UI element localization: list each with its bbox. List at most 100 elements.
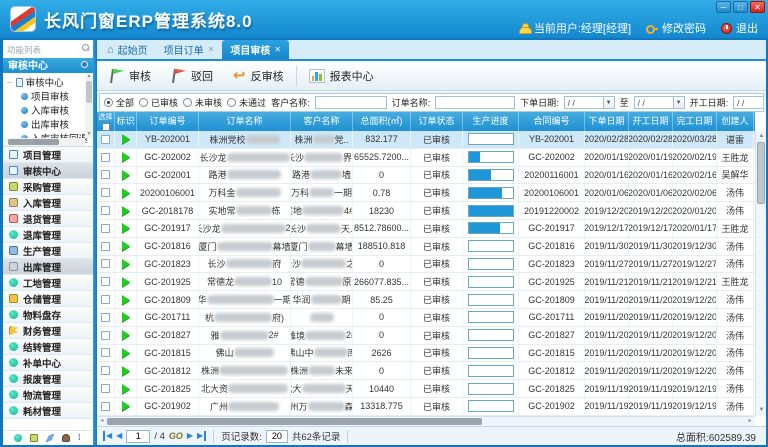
tree-vertical-scrollbar[interactable]: ▲▼ [85, 73, 93, 138]
customer-name-input[interactable] [315, 96, 387, 109]
tree-item[interactable]: 项目审核 [7, 89, 83, 103]
select-cell[interactable] [97, 220, 115, 237]
column-header-0[interactable]: 选择 [97, 112, 115, 131]
sidebar-item-carryover-mgmt[interactable]: 结转管理 [3, 339, 93, 355]
grid-horizontal-scrollbar[interactable]: ◂▸ [97, 416, 755, 426]
radio-option-1[interactable]: 已审核 [139, 96, 178, 109]
row-checkbox[interactable] [101, 277, 110, 286]
close-tab-icon[interactable]: ✕ [274, 45, 281, 54]
row-checkbox[interactable] [101, 153, 110, 162]
sidebar-item-consumables-mgmt[interactable]: 耗材管理 [3, 403, 93, 419]
row-checkbox[interactable] [101, 366, 110, 375]
table-row[interactable]: GC-201825北大资北大天..10440已审核GC-2018252019/1… [97, 380, 755, 398]
table-row[interactable]: GC-202001路港路港墙0已审核202001160012020/01/162… [97, 167, 755, 185]
tab-project-orders[interactable]: 项目订单✕ [156, 40, 223, 59]
dot-icon[interactable] [14, 434, 22, 442]
sidebar-item-stock-return-mgmt[interactable]: 退库管理 [3, 227, 93, 243]
change-password-button[interactable]: 修改密码 [646, 20, 706, 36]
select-cell[interactable] [97, 291, 115, 308]
select-cell[interactable] [97, 256, 115, 273]
start-date-picker[interactable]: / /▼ [733, 96, 764, 109]
row-checkbox[interactable] [101, 170, 110, 179]
row-checkbox[interactable] [101, 402, 110, 411]
pin-icon[interactable] [81, 61, 88, 68]
maximize-button[interactable]: □ [733, 1, 748, 13]
table-row[interactable]: GC-201925常德龙10常德原..266077.835...已审核GC-20… [97, 273, 755, 291]
page-number-input[interactable] [126, 430, 150, 443]
row-checkbox[interactable] [101, 188, 110, 197]
select-cell[interactable] [97, 238, 115, 255]
select-cell[interactable] [97, 131, 115, 148]
tab-home[interactable]: ⌂起始页 [99, 40, 156, 59]
sidebar-item-production-mgmt[interactable]: 生产管理 [3, 243, 93, 259]
radio-option-2[interactable]: 未审核 [183, 96, 222, 109]
select-cell[interactable] [97, 362, 115, 379]
first-page-button[interactable]: ◀ [103, 431, 112, 441]
select-cell[interactable] [97, 149, 115, 166]
go-button[interactable]: GO [169, 431, 183, 441]
select-cell[interactable] [97, 309, 115, 326]
table-row[interactable]: GC-2018178实地常栋实地4#..18230已审核201912200022… [97, 202, 755, 220]
sidebar-item-project-mgmt[interactable]: 项目管理 [3, 147, 93, 163]
user-icon[interactable] [62, 434, 70, 442]
select-cell[interactable] [97, 184, 115, 201]
sidebar-item-scrap-mgmt[interactable]: 报废管理 [3, 371, 93, 387]
select-all-checkbox[interactable] [102, 123, 110, 131]
unaudit-button[interactable]: ↩反审核 [233, 68, 284, 84]
tree-item[interactable]: 出库审核 [7, 117, 83, 131]
table-row[interactable]: GC-202002长沙龙长沙界..65525.7200...已审核GC-2020… [97, 149, 755, 167]
prev-page-button[interactable]: ◀ [116, 431, 122, 441]
close-tab-icon[interactable]: ✕ [208, 45, 215, 54]
sidebar-item-supplement-center[interactable]: 补单中心 [3, 355, 93, 371]
row-checkbox[interactable] [101, 224, 110, 233]
dropdown-arrow-icon[interactable]: ▼ [674, 96, 685, 109]
grid-vertical-scrollbar[interactable]: ▲▼ [755, 131, 766, 416]
sidebar-item-site-mgmt[interactable]: 工地管理 [3, 275, 93, 291]
select-cell[interactable] [97, 327, 115, 344]
row-checkbox[interactable] [101, 259, 110, 268]
order-date-to-picker[interactable]: / /▼ [634, 96, 685, 109]
table-row[interactable]: GC-201815佛山佛山中库2626已审核GC-2018152019/11/2… [97, 345, 755, 363]
cart-icon[interactable] [30, 434, 38, 442]
order-name-input[interactable] [435, 96, 515, 109]
sidebar-item-audit-center[interactable]: 审核中心 [3, 163, 93, 179]
table-row[interactable]: GC-201827雅2#雅境2#0已审核GC-2018272019/11/202… [97, 327, 755, 345]
sidebar-item-outbound-mgmt[interactable]: 出库管理 [3, 259, 93, 275]
sidebar-item-material-inventory[interactable]: 物料盘存 [3, 307, 93, 323]
select-cell[interactable] [97, 273, 115, 290]
row-checkbox[interactable] [101, 135, 110, 144]
tree-expand-icon[interactable]: ─ [7, 78, 13, 87]
row-checkbox[interactable] [101, 206, 110, 215]
table-row[interactable]: GC-201816厦门幕墙厦门幕墙188510.818已审核GC-2018162… [97, 238, 755, 256]
row-checkbox[interactable] [101, 242, 110, 251]
table-row[interactable]: GC-201809华一期华润期85.25已审核GC-2018092019/11/… [97, 291, 755, 309]
row-checkbox[interactable] [101, 348, 110, 357]
next-page-button[interactable]: ▶ [187, 431, 193, 441]
sidebar-item-warehouse-mgmt[interactable]: 仓储管理 [3, 291, 93, 307]
table-row[interactable]: 20200106001万科金万科一期0.78已审核202001060012020… [97, 184, 755, 202]
row-checkbox[interactable] [101, 313, 110, 322]
select-cell[interactable] [97, 398, 115, 415]
row-checkbox[interactable] [101, 295, 110, 304]
function-search-input[interactable] [3, 43, 93, 58]
audit-button[interactable]: 审核 [109, 68, 151, 84]
pen-icon[interactable] [46, 434, 54, 442]
table-row[interactable]: GC-201711杭府)0已审核GC-2017112019/11/202019/… [97, 309, 755, 327]
table-row[interactable]: GC-201917长沙龙2#长沙天..8512.78600...已审核GC-20… [97, 220, 755, 238]
reject-button[interactable]: 驳回 [171, 68, 213, 84]
radio-all[interactable]: 全部 [104, 96, 134, 109]
select-cell[interactable] [97, 380, 115, 397]
row-checkbox[interactable] [101, 331, 110, 340]
select-cell[interactable] [97, 345, 115, 362]
table-row[interactable]: YB-202001株洲党校株洲党..832.177已审核YB-202001202… [97, 131, 755, 149]
page-size-input[interactable] [266, 430, 288, 443]
sidebar-item-finance-mgmt[interactable]: 财务管理 [3, 323, 93, 339]
select-cell[interactable] [97, 202, 115, 219]
more-icon[interactable]: ⁞ [78, 434, 82, 442]
row-checkbox[interactable] [101, 384, 110, 393]
tab-project-audit[interactable]: 项目审核✕ [222, 40, 289, 59]
close-button[interactable]: ✕ [750, 1, 765, 13]
tree-root[interactable]: ─审核中心 [7, 75, 83, 89]
last-page-button[interactable]: ▶ [197, 431, 206, 441]
table-row[interactable]: GC-201812株洲株洲未来0已审核GC-2018122019/11/2020… [97, 362, 755, 380]
